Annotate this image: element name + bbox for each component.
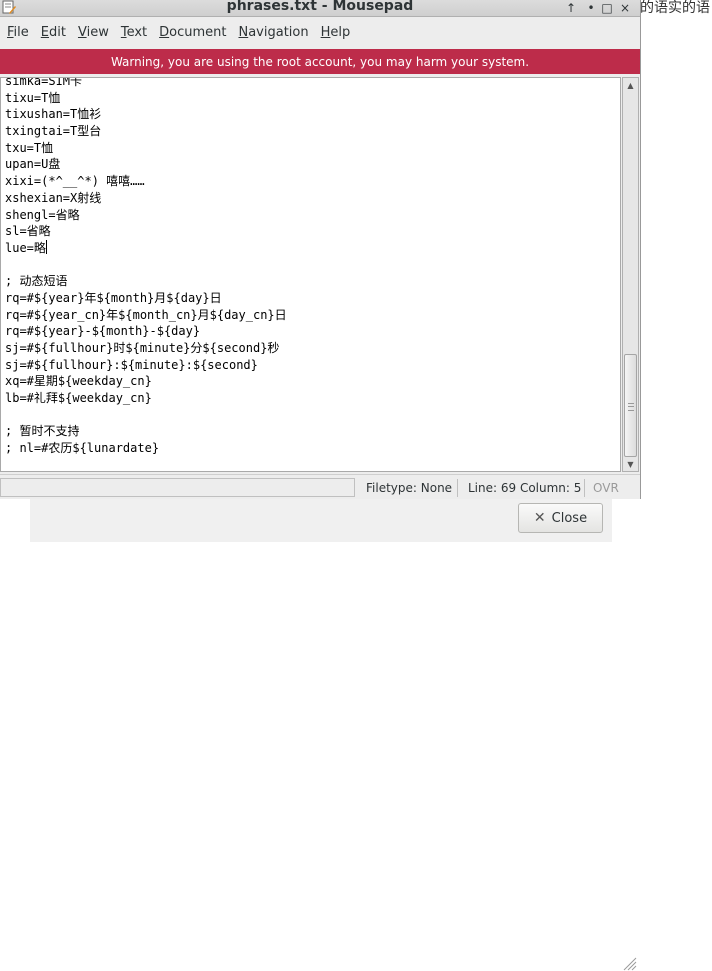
editor-line[interactable]: lue=略 (5, 239, 287, 257)
status-divider (457, 479, 458, 497)
filetype-status[interactable]: Filetype: None (366, 481, 452, 495)
minimize-button[interactable]: • (584, 0, 598, 15)
editor-line-text: sj=#${fullhour}:${minute}:${second} (5, 357, 258, 372)
close-window-button[interactable]: × (618, 0, 632, 15)
editor-line-text: rq=#${year}年${month}月${day}日 (5, 290, 222, 305)
editor-line[interactable]: sl=省略 (5, 223, 287, 240)
editor-line-text: shengl=省略 (5, 207, 80, 222)
editor-line[interactable]: ; 暂时不支持 (5, 423, 287, 440)
cursor-position-status: Line: 69 Column: 5 (468, 481, 582, 495)
text-cursor (45, 239, 47, 254)
editor-line[interactable]: tixu=T恤 (5, 90, 287, 107)
editor-line-text: lb=#礼拜${weekday_cn} (5, 391, 152, 406)
menu-view-rest: iew (86, 25, 109, 40)
editor-line[interactable]: rq=#${year}-${month}-${day} (5, 323, 287, 340)
status-message-area (0, 478, 355, 497)
menu-document-rest: ocument (169, 25, 227, 40)
close-button[interactable]: ✕ Close (518, 503, 603, 533)
menu-help-accel: H (320, 25, 331, 40)
background-margin-left (0, 499, 30, 542)
close-icon: ✕ (533, 510, 546, 526)
root-warning-bar: Warning, you are using the root account,… (0, 49, 640, 74)
editor-line[interactable]: upan=U盘 (5, 156, 287, 173)
menu-edit[interactable]: Edit (36, 25, 71, 40)
close-button-label: Close (551, 510, 588, 526)
editor-line-text: txu=T恤 (5, 140, 54, 155)
editor-line[interactable]: xshexian=X射线 (5, 190, 287, 207)
editor-line-text: xshexian=X射线 (5, 190, 102, 205)
menu-text[interactable]: Text (116, 25, 152, 40)
editor-line-text: ; 暂时不支持 (5, 424, 80, 439)
editor-line[interactable] (5, 257, 287, 274)
editor-line[interactable] (5, 407, 287, 424)
scroll-grip-icon (628, 403, 634, 411)
editor-line[interactable]: ; 动态短语 (5, 273, 287, 290)
editor-line-text: rq=#${year}-${month}-${day} (5, 324, 201, 339)
keep-above-button[interactable]: ↑ (564, 0, 578, 15)
editor-line[interactable]: rq=#${year}年${month}月${day}日 (5, 290, 287, 307)
editor-line-text: ; 动态短语 (5, 274, 68, 289)
menu-navigation[interactable]: Navigation (233, 25, 313, 40)
menu-view[interactable]: View (73, 25, 114, 40)
background-margin-right (612, 499, 712, 542)
menu-navigation-accel: N (238, 25, 249, 40)
editor-line-text: lue=略 (5, 240, 46, 255)
editor-line[interactable]: txu=T恤 (5, 140, 287, 157)
editor-line[interactable]: ; nl=#农历${lunardate} (5, 440, 287, 457)
overwrite-mode-status: OVR (593, 481, 619, 495)
editor-line[interactable]: rq=#${year_cn}年${month_cn}月${day_cn}日 (5, 307, 287, 324)
menu-help-rest: elp (330, 25, 351, 40)
menu-file-rest: ile (13, 25, 29, 40)
editor-line[interactable]: lb=#礼拜${weekday_cn} (5, 390, 287, 407)
menu-help[interactable]: Help (316, 25, 356, 40)
scroll-thumb[interactable] (624, 354, 637, 457)
menu-text-rest: ext (126, 25, 148, 40)
background-dialog-area (0, 499, 712, 542)
title-bar[interactable]: phrases.txt - Mousepad ↑ • □ × (0, 0, 640, 17)
menu-edit-rest: dit (49, 25, 66, 40)
editor-line[interactable]: txingtai=T型台 (5, 123, 287, 140)
editor-line[interactable]: tixushan=T恤衫 (5, 106, 287, 123)
editor-line-text: simka=SIM卡 (5, 77, 83, 88)
text-editor[interactable]: simka=SIM卡 tixu=T恤 tixushan=T恤衫 txingtai=T型… (0, 77, 621, 472)
menu-edit-accel: E (40, 25, 49, 40)
editor-line-text: xq=#星期${weekday_cn} (5, 374, 152, 389)
scroll-up-icon[interactable]: ▲ (623, 78, 638, 92)
editor-line-text: rq=#${year_cn}年${month_cn}月${day_cn}日 (5, 307, 287, 322)
editor-line[interactable]: sj=#${fullhour}时${minute}分${second}秒 (5, 340, 287, 357)
resize-grip-icon[interactable] (621, 955, 637, 971)
menu-file[interactable]: File (2, 25, 34, 40)
maximize-button[interactable]: □ (600, 0, 614, 15)
menu-navigation-rest: avigation (248, 25, 309, 40)
editor-line[interactable]: shengl=省略 (5, 207, 287, 224)
background-window-text: 的语实的语 (640, 0, 710, 16)
mousepad-window: phrases.txt - Mousepad ↑ • □ × File Edit… (0, 0, 641, 971)
window-title: phrases.txt - Mousepad (226, 0, 414, 14)
editor-line[interactable]: simka=SIM卡 (5, 77, 287, 90)
editor-line-text: tixushan=T恤衫 (5, 107, 102, 122)
menu-document[interactable]: Document (154, 25, 231, 40)
editor-line-text: upan=U盘 (5, 157, 61, 172)
editor-line-text: txingtai=T型台 (5, 124, 102, 139)
editor-line-text: sj=#${fullhour}时${minute}分${second}秒 (5, 341, 280, 355)
status-divider (584, 479, 585, 497)
editor-line-text: ; nl=#农历${lunardate} (5, 441, 160, 456)
menu-bar: File Edit View Text Document Navigation … (0, 17, 640, 48)
editor-content[interactable]: simka=SIM卡 tixu=T恤 tixushan=T恤衫 txingtai=T型… (5, 77, 287, 457)
editor-line-text: sl=省略 (5, 224, 51, 239)
editor-line[interactable]: sj=#${fullhour}:${minute}:${second} (5, 357, 287, 374)
editor-line-text: xixi=(*^__^*) 嘻嘻…… (5, 174, 145, 189)
status-bar: Filetype: None Line: 69 Column: 5 OVR (0, 474, 640, 971)
editor-line[interactable]: xq=#星期${weekday_cn} (5, 373, 287, 390)
menu-document-accel: D (159, 25, 170, 40)
scroll-down-icon[interactable]: ▼ (623, 457, 638, 471)
vertical-scrollbar[interactable]: ▲ ▼ (622, 77, 639, 472)
background-window (640, 0, 712, 542)
menu-view-accel: V (77, 25, 87, 40)
editor-line-text: tixu=T恤 (5, 90, 61, 105)
editor-line[interactable]: xixi=(*^__^*) 嘻嘻…… (5, 173, 287, 190)
